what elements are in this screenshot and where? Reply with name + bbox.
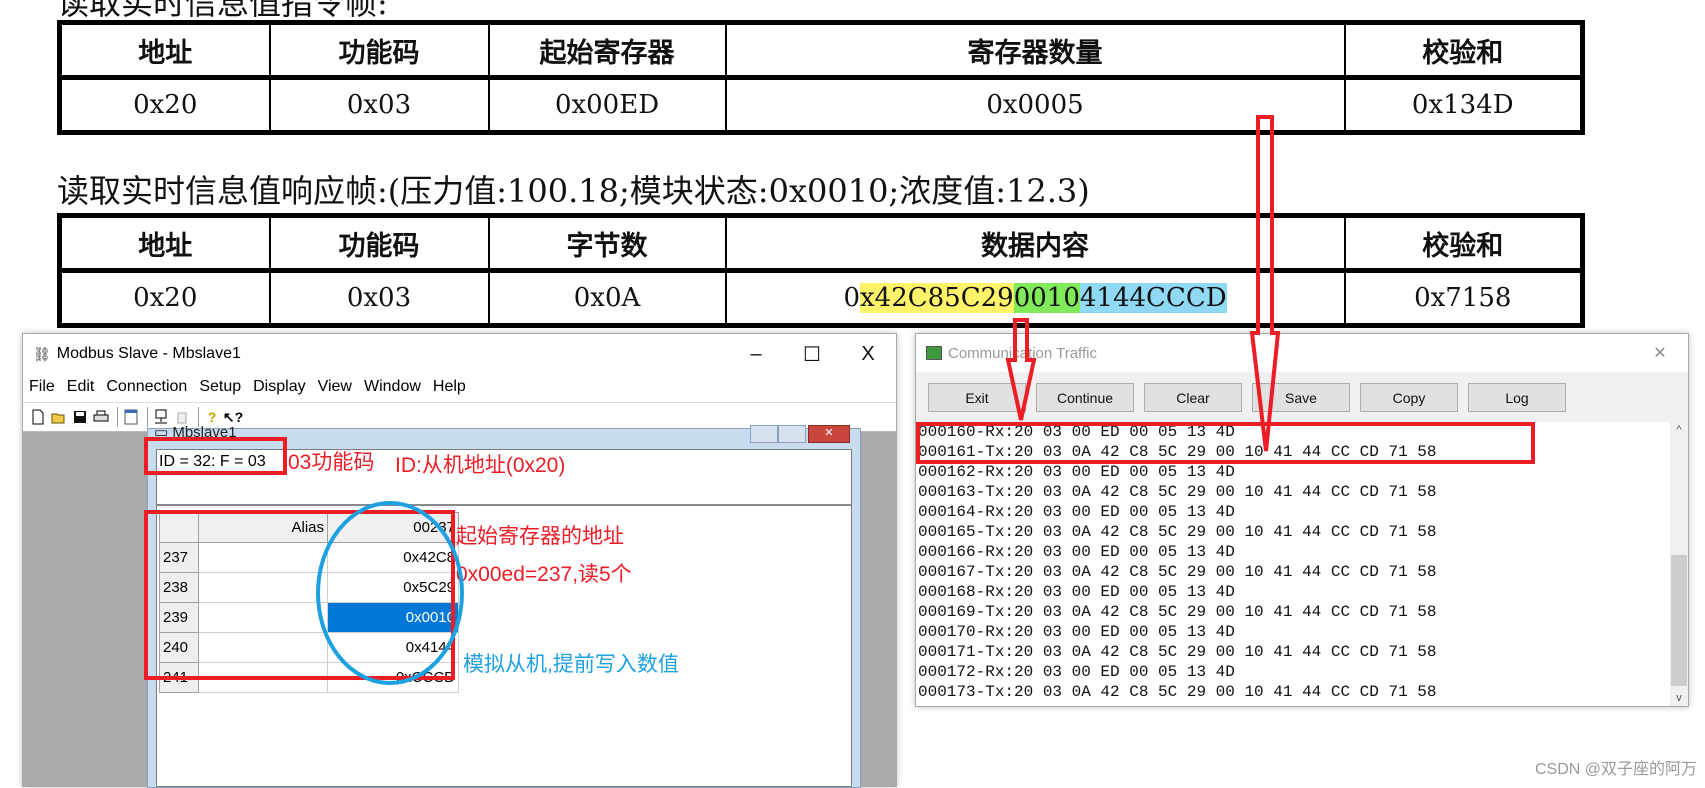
- command-table-row: 0x20 0x03 0x00ED 0x0005 0x134D: [58, 76, 1584, 134]
- clear-button[interactable]: Clear: [1144, 383, 1242, 412]
- copy-button[interactable]: Copy: [1360, 383, 1458, 412]
- header-function-code: 功能码: [268, 214, 490, 273]
- values-circle-highlight: [316, 501, 464, 685]
- log-line: 000163-Tx:20 03 0A 42 C8 5C 29 00 10 41 …: [918, 483, 1437, 501]
- data-concentration-segment: 4144CCCD: [1079, 283, 1227, 313]
- menu-window[interactable]: Window: [358, 378, 427, 396]
- scroll-down-icon[interactable]: v: [1670, 692, 1688, 704]
- header-address: 地址: [58, 21, 271, 80]
- window-title: Modbus Slave - Mbslave1: [56, 345, 241, 362]
- minimize-button[interactable]: –: [728, 334, 784, 374]
- data-pressure-segment: x42C85C29: [859, 283, 1014, 313]
- status-line-highlight: [144, 437, 287, 475]
- vertical-scrollbar[interactable]: ^ v: [1670, 422, 1688, 706]
- command-table-header: 地址 功能码 起始寄存器 寄存器数量 校验和: [58, 21, 1584, 80]
- log-line: 000164-Rx:20 03 00 ED 00 05 13 4D: [918, 503, 1235, 521]
- maximize-button[interactable]: ☐: [784, 334, 840, 374]
- menu-help[interactable]: Help: [427, 378, 472, 396]
- menu-display[interactable]: Display: [247, 378, 311, 396]
- header-address: 地址: [58, 214, 271, 273]
- header-byte-count: 字节数: [487, 214, 727, 273]
- cell-address: 0x20: [58, 76, 271, 134]
- log-line: 000173-Tx:20 03 0A 42 C8 5C 29 00 10 41 …: [918, 683, 1437, 701]
- header-function-code: 功能码: [268, 21, 490, 80]
- child-minimize-button[interactable]: [750, 425, 778, 443]
- toolbar-separator: [117, 407, 118, 427]
- comm-window-icon: [926, 346, 942, 360]
- open-icon[interactable]: [50, 408, 68, 426]
- simulate-slave-annotation: 模拟从机,提前写入数值: [463, 653, 679, 676]
- menu-edit[interactable]: Edit: [61, 378, 101, 396]
- menu-file[interactable]: File: [23, 378, 61, 396]
- header-register-count: 寄存器数量: [724, 21, 1346, 80]
- data-status-segment: 0010: [1013, 283, 1080, 313]
- traffic-log[interactable]: 000160-Rx:20 03 00 ED 00 05 13 4D 000161-…: [916, 422, 1670, 706]
- cell-checksum: 0x7158: [1343, 269, 1584, 327]
- cell-byte-count: 0x0A: [487, 269, 727, 327]
- slave-id-annotation: ID:从机地址(0x20): [395, 454, 566, 477]
- menu-connection[interactable]: Connection: [100, 378, 193, 396]
- comm-close-button[interactable]: ✕: [1632, 334, 1688, 372]
- menu-setup[interactable]: Setup: [193, 378, 247, 396]
- cell-function-code: 0x03: [268, 269, 490, 327]
- log-line: 000162-Rx:20 03 00 ED 00 05 13 4D: [918, 463, 1235, 481]
- close-button[interactable]: X: [840, 334, 896, 374]
- response-table-header: 地址 功能码 字节数 数据内容 校验和: [58, 214, 1584, 273]
- response-frame-table: 地址 功能码 字节数 数据内容 校验和 0x20 0x03 0x0A 0x42C…: [57, 213, 1585, 328]
- function-code-annotation: 03功能码: [288, 451, 375, 474]
- log-line: 000165-Tx:20 03 0A 42 C8 5C 29 00 10 41 …: [918, 523, 1437, 541]
- save-icon[interactable]: [71, 408, 89, 426]
- new-icon[interactable]: [29, 408, 47, 426]
- child-restore-button[interactable]: [778, 425, 806, 443]
- start-register-annotation: 起始寄存器的地址: [456, 525, 624, 548]
- cell-checksum: 0x134D: [1343, 76, 1584, 134]
- log-lines-highlight: [916, 422, 1535, 464]
- log-line: 000168-Rx:20 03 00 ED 00 05 13 4D: [918, 583, 1235, 601]
- watermark: CSDN @双子座的阿万: [1534, 761, 1697, 778]
- child-close-button[interactable]: ✕: [808, 425, 850, 443]
- window-icon[interactable]: [122, 408, 140, 426]
- read-count-annotation: 0x00ed=237,读5个: [456, 563, 632, 586]
- log-line: 000172-Rx:20 03 00 ED 00 05 13 4D: [918, 663, 1235, 681]
- header-start-register: 起始寄存器: [487, 21, 727, 80]
- command-frame-table: 地址 功能码 起始寄存器 寄存器数量 校验和 0x20 0x03 0x00ED …: [57, 20, 1585, 135]
- menu-bar: File Edit Connection Setup Display View …: [23, 374, 896, 400]
- log-line: 000166-Rx:20 03 00 ED 00 05 13 4D: [918, 543, 1235, 561]
- response-frame-title: 读取实时信息值响应帧:(压力值:100.18;模块状态:0x0010;浓度值:1…: [57, 172, 1090, 210]
- log-line: 000167-Tx:20 03 0A 42 C8 5C 29 00 10 41 …: [918, 563, 1437, 581]
- app-icon: ⛓: [33, 345, 51, 362]
- log-line: 000171-Tx:20 03 0A 42 C8 5C 29 00 10 41 …: [918, 643, 1437, 661]
- menu-view[interactable]: View: [312, 378, 358, 396]
- header-checksum: 校验和: [1343, 214, 1584, 273]
- scrollbar-thumb[interactable]: [1671, 555, 1687, 686]
- arrow-down-icon: [1249, 115, 1281, 452]
- cell-function-code: 0x03: [268, 76, 490, 134]
- log-line: 000169-Tx:20 03 0A 42 C8 5C 29 00 10 41 …: [918, 603, 1437, 621]
- scroll-up-icon[interactable]: ^: [1670, 424, 1688, 436]
- cell-address: 0x20: [58, 269, 271, 327]
- status-divider: [157, 504, 851, 506]
- log-button[interactable]: Log: [1468, 383, 1566, 412]
- arrow-down-icon: [1005, 318, 1037, 421]
- toolbar-separator: [147, 407, 148, 427]
- log-line: 000170-Rx:20 03 00 ED 00 05 13 4D: [918, 623, 1235, 641]
- response-table-row: 0x20 0x03 0x0A 0x42C85C2900104144CCCD 0x…: [58, 269, 1584, 327]
- print-icon[interactable]: [92, 408, 110, 426]
- continue-button[interactable]: Continue: [1036, 383, 1134, 412]
- data-prefix: 0: [843, 283, 860, 313]
- header-checksum: 校验和: [1343, 21, 1584, 80]
- cell-start-register: 0x00ED: [487, 76, 727, 134]
